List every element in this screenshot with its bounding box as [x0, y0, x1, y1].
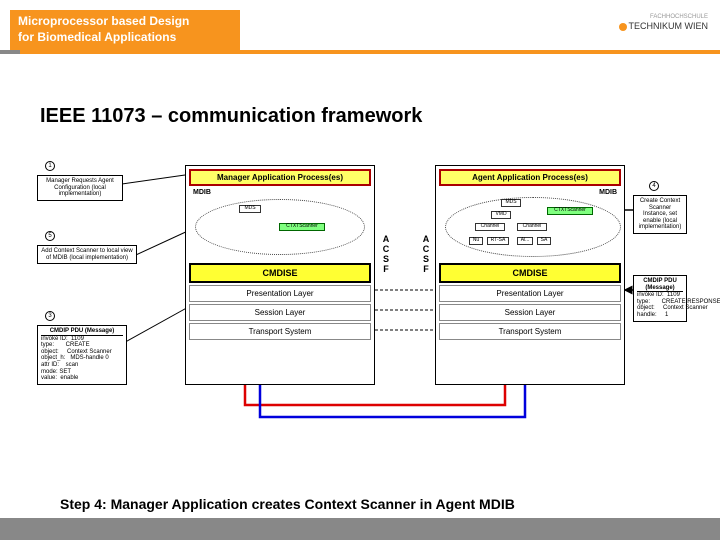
- note-1-box: Manager Requests Agent Configuration (lo…: [37, 175, 123, 201]
- manager-cmdise-layer: CMDISE: [189, 263, 371, 283]
- note-3-title: CMDIP PDU (Message): [41, 328, 123, 336]
- note-3-box: CMDIP PDU (Message) invoke ID: 1109 type…: [37, 325, 127, 385]
- note-3-circle: 3: [45, 311, 55, 321]
- course-line-1: Microprocessor based Design: [18, 14, 232, 30]
- agent-title: Agent Application Process(es): [439, 169, 621, 186]
- agent-mdib-area: MDIB MDS VMD CTXTScanner Channel Channel…: [439, 189, 621, 261]
- agent-mds-box: MDS: [501, 199, 521, 207]
- logo-tagline: FACHHOCHSCHULE: [619, 14, 709, 21]
- note-1-circle: 1: [45, 161, 55, 171]
- manager-mdib-label: MDIB: [193, 189, 211, 196]
- agent-channel-b: Channel: [517, 223, 547, 231]
- note-4-circle: 4: [649, 181, 659, 191]
- note-4-box: Create Context Scanner Instance, set ena…: [633, 195, 687, 234]
- manager-mdib-area: MDIB MDS CTXTScanner: [189, 189, 371, 261]
- agent-stack: Agent Application Process(es) MDIB MDS V…: [435, 165, 625, 385]
- logo-dot-icon: [619, 23, 627, 31]
- note-6-box: CMDIP PDU (Message) invoke ID: 1109 type…: [633, 275, 687, 322]
- slide-footer: [0, 518, 720, 540]
- note-5-circle: 5: [45, 231, 55, 241]
- course-line-2: for Biomedical Applications: [18, 30, 232, 46]
- agent-nu: Nu: [469, 237, 483, 245]
- agent-vmd-box: VMD: [491, 211, 511, 219]
- slide-caption: Step 4: Manager Application creates Cont…: [60, 496, 515, 512]
- note-6-body: invoke ID: 1109 type: CREATE RESPONSE ob…: [637, 292, 683, 318]
- manager-title: Manager Application Process(es): [189, 169, 371, 186]
- agent-channel-a: Channel: [475, 223, 505, 231]
- agent-rtsa: RT-SA: [487, 237, 509, 245]
- manager-ctx-scanner-box: CTXTScanner: [279, 223, 325, 231]
- agent-session-layer: Session Layer: [439, 304, 621, 321]
- agent-acsf-label: ACSF: [420, 235, 432, 275]
- manager-stack: Manager Application Process(es) MDIB MDS…: [185, 165, 375, 385]
- note-5-box: Add Context Scanner to local view of MDI…: [37, 245, 137, 264]
- manager-mds-box: MDS: [239, 205, 261, 213]
- agent-mdib-label: MDIB: [599, 189, 617, 196]
- agent-al: Al...: [517, 237, 533, 245]
- page-title: IEEE 11073 – communication framework: [40, 105, 422, 128]
- manager-session-layer: Session Layer: [189, 304, 371, 321]
- manager-acsf-label: ACSF: [380, 235, 392, 275]
- slide-header: Microprocessor based Design for Biomedic…: [0, 0, 720, 60]
- header-stripe: [0, 50, 720, 54]
- manager-presentation-layer: Presentation Layer: [189, 285, 371, 302]
- logo: FACHHOCHSCHULE TECHNIKUM WIEN: [619, 14, 709, 32]
- agent-ctx-scanner-box: CTXTScanner: [547, 207, 593, 215]
- note-3-body: invoke ID: 1109 type: CREATE object: Con…: [41, 336, 123, 382]
- agent-transport-layer: Transport System: [439, 323, 621, 340]
- note-6-title: CMDIP PDU (Message): [637, 278, 683, 292]
- course-title-box: Microprocessor based Design for Biomedic…: [10, 10, 240, 50]
- logo-text: TECHNIKUM WIEN: [629, 21, 709, 31]
- agent-presentation-layer: Presentation Layer: [439, 285, 621, 302]
- manager-transport-layer: Transport System: [189, 323, 371, 340]
- framework-diagram: Manager Application Process(es) MDIB MDS…: [35, 155, 685, 465]
- agent-cmdise-layer: CMDISE: [439, 263, 621, 283]
- agent-sa: SA: [537, 237, 551, 245]
